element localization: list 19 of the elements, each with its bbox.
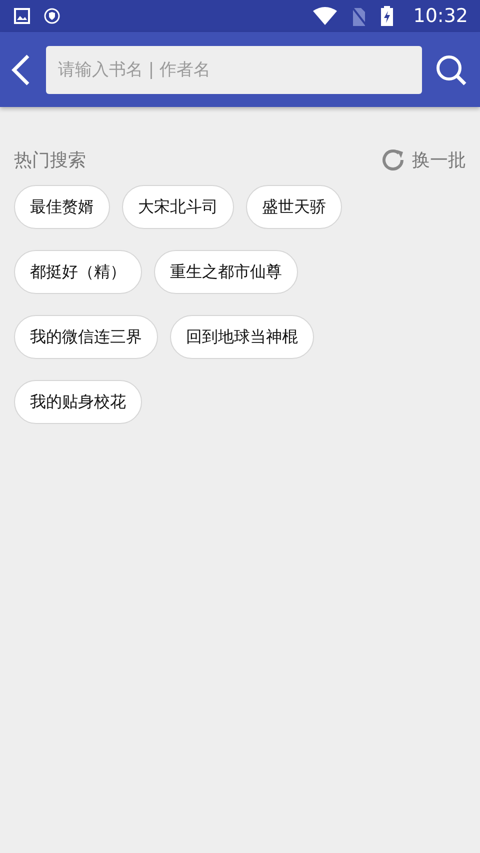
search-tag[interactable]: 大宋北斗司 [122, 185, 234, 229]
refresh-icon [380, 147, 406, 173]
wifi-icon [313, 7, 338, 25]
status-time: 10:32 [413, 5, 468, 27]
search-field[interactable]: 请输入书名 | 作者名 [46, 46, 422, 94]
search-tag[interactable]: 重生之都市仙尊 [154, 250, 298, 294]
search-tag[interactable]: 盛世天骄 [246, 185, 342, 229]
image-icon [14, 8, 30, 24]
battery-icon [381, 6, 394, 26]
search-tag[interactable]: 最佳赘婿 [14, 185, 110, 229]
search-tag[interactable]: 我的微信连三界 [14, 315, 158, 359]
shield-icon [44, 8, 60, 24]
search-tag[interactable]: 都挺好（精） [14, 250, 142, 294]
search-tag[interactable]: 回到地球当神棍 [170, 315, 314, 359]
search-button[interactable] [434, 52, 468, 86]
refresh-button[interactable]: 换一批 [380, 147, 466, 173]
search-tag[interactable]: 我的贴身校花 [14, 380, 142, 424]
section-title: 热门搜索 [14, 149, 86, 172]
no-sim-icon [351, 6, 368, 26]
